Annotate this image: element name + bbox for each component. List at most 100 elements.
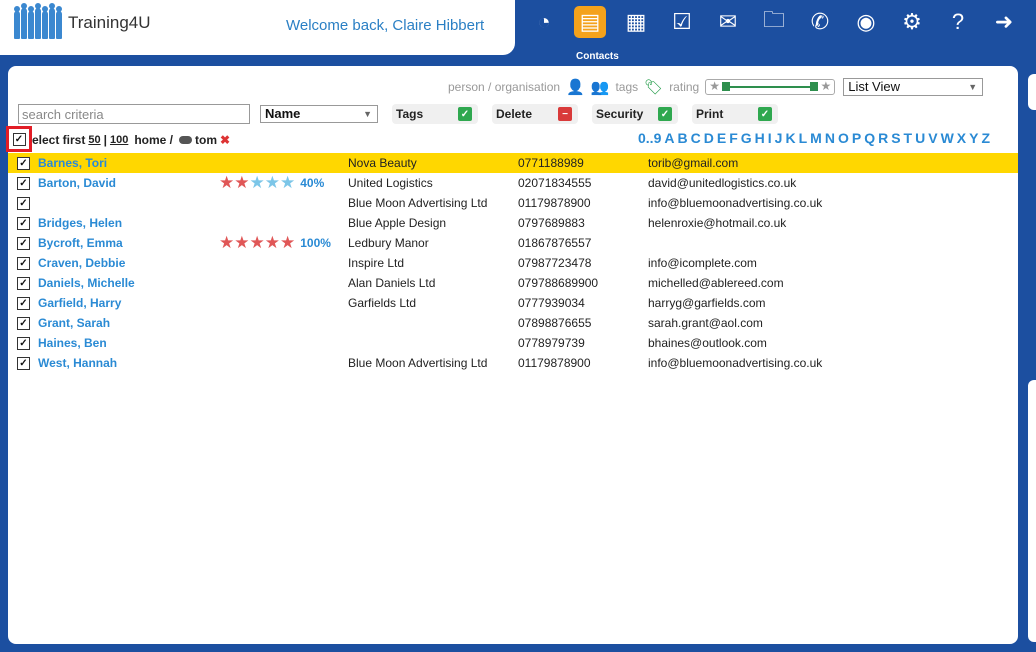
row-checkbox[interactable]: ✓ xyxy=(17,337,30,350)
alphabet-letter[interactable]: A xyxy=(664,130,674,146)
alphabet-letter[interactable]: I xyxy=(768,130,772,146)
logout-icon[interactable]: ➜ xyxy=(988,6,1020,38)
select-first-100-link[interactable]: 100 xyxy=(110,134,128,146)
tasks-icon[interactable]: ☑ xyxy=(666,6,698,38)
rating-max-handle[interactable] xyxy=(810,82,819,91)
contact-name[interactable]: Bycroft, Emma xyxy=(38,236,123,250)
alphabet-letter[interactable]: W xyxy=(941,130,954,146)
alphabet-letter[interactable]: N xyxy=(825,130,835,146)
phone-icon[interactable]: ✆ xyxy=(804,6,836,38)
row-checkbox[interactable]: ✓ xyxy=(17,237,30,250)
contact-name[interactable]: West, Hannah xyxy=(38,356,117,370)
user-icon[interactable]: ◉ xyxy=(850,6,882,38)
side-panel xyxy=(1028,380,1036,642)
contact-name[interactable]: Craven, Debbie xyxy=(38,256,125,270)
tag-filter-icon[interactable]: 🏷 xyxy=(644,78,663,96)
security-button[interactable]: Security ✓ xyxy=(592,104,678,124)
alphabet-letter[interactable]: E xyxy=(717,130,726,146)
row-checkbox[interactable]: ✓ xyxy=(17,157,30,170)
alphabet-letter[interactable]: K xyxy=(785,130,795,146)
dashboard-icon[interactable]: ◔ xyxy=(528,6,560,38)
folder-icon[interactable]: 🗀 xyxy=(758,6,790,38)
contact-email: michelled@ablereed.com xyxy=(648,276,784,290)
settings-icon[interactable]: ⚙ xyxy=(896,6,928,38)
row-checkbox[interactable]: ✓ xyxy=(17,297,30,310)
alphabet-letter[interactable]: Q xyxy=(864,130,875,146)
breadcrumb-tag: tom xyxy=(195,133,217,147)
table-row[interactable]: ✓ Bridges, Helen Blue Apple Design 07976898… xyxy=(8,213,1018,233)
table-row[interactable]: ✓ Barton, David United Logistics 0207183455… xyxy=(8,173,1018,193)
rating-min-handle[interactable] xyxy=(722,82,731,91)
sort-select[interactable]: Name ▼ xyxy=(260,105,378,123)
contact-name[interactable]: Barton, David xyxy=(38,176,116,190)
contact-name[interactable]: Daniels, Michelle xyxy=(38,276,135,290)
tags-button[interactable]: Tags ✓ xyxy=(392,104,478,124)
alphabet-letter[interactable]: Y xyxy=(969,130,978,146)
alphabet-letter[interactable]: L xyxy=(799,130,808,146)
row-checkbox[interactable]: ✓ xyxy=(17,217,30,230)
select-all-checkbox[interactable]: ✓ xyxy=(6,126,32,152)
contact-name[interactable]: Bridges, Helen xyxy=(38,216,122,230)
table-row[interactable]: ✓ Craven, Debbie Inspire Ltd 07987723478 inf… xyxy=(8,253,1018,273)
row-checkbox[interactable]: ✓ xyxy=(17,317,30,330)
mail-icon[interactable]: ✉ xyxy=(712,6,744,38)
logo[interactable]: Training4U xyxy=(14,3,151,39)
alphabet-letter[interactable]: B xyxy=(677,130,687,146)
alphabet-letter[interactable]: M xyxy=(810,130,822,146)
row-checkbox[interactable]: ✓ xyxy=(17,277,30,290)
row-checkbox[interactable]: ✓ xyxy=(17,257,30,270)
row-checkbox[interactable]: ✓ xyxy=(17,357,30,370)
alphabet-letter[interactable]: F xyxy=(729,130,738,146)
alphabet-letter[interactable]: V xyxy=(928,130,937,146)
table-row[interactable]: ✓ Barnes, Tori Nova Beauty 0771188989 torib@… xyxy=(8,153,1018,173)
help-icon[interactable]: ? xyxy=(942,6,974,38)
contact-name[interactable]: Barnes, Tori xyxy=(38,156,107,170)
view-select[interactable]: List View ▼ xyxy=(843,78,984,96)
star-min-icon: ★ xyxy=(709,79,720,93)
alphabet-letter[interactable]: C xyxy=(691,130,701,146)
contact-name[interactable]: Haines, Ben xyxy=(38,336,107,350)
star-icon: ★ xyxy=(264,233,280,252)
nav-active-caption: Contacts xyxy=(576,51,619,62)
star-icon: ★ xyxy=(249,233,265,252)
alphabet-letter[interactable]: R xyxy=(878,130,888,146)
alphabet-letter[interactable]: H xyxy=(755,130,765,146)
selection-row: ✓ elect first 50 | 100 home / tom ✖ 0..9… xyxy=(6,126,1008,152)
rating-range-slider[interactable]: ★ ★ xyxy=(705,79,836,95)
calendar-icon[interactable]: ▦ xyxy=(620,6,652,38)
alphabet-letter[interactable]: D xyxy=(704,130,714,146)
select-first-50-link[interactable]: 50 xyxy=(88,134,100,146)
person-filter-icon[interactable]: 👤 xyxy=(566,78,585,96)
alphabet-letter[interactable]: T xyxy=(904,130,913,146)
table-row[interactable]: ✓ Grant, Sarah 07898876655 sarah.grant@aol.… xyxy=(8,313,1018,333)
alphabet-letter[interactable]: Z xyxy=(981,130,990,146)
breadcrumb-home[interactable]: home / xyxy=(134,133,173,147)
table-row[interactable]: ✓ Garfield, Harry Garfields Ltd 0777939034 h… xyxy=(8,293,1018,313)
alphabet-letter[interactable]: U xyxy=(915,130,925,146)
alphabet-letter[interactable]: P xyxy=(852,130,861,146)
contact-name[interactable]: Grant, Sarah xyxy=(38,316,110,330)
alphabet-letter[interactable]: O xyxy=(838,130,849,146)
table-row[interactable]: ✓ Blue Moon Advertising Ltd 01179878900 inf… xyxy=(8,193,1018,213)
contacts-icon[interactable]: ▤ xyxy=(574,6,606,38)
side-panel-tab[interactable] xyxy=(1028,74,1036,110)
star-icon: ★ xyxy=(234,173,250,192)
print-button[interactable]: Print ✓ xyxy=(692,104,778,124)
table-row[interactable]: ✓ Haines, Ben 0778979739 bhaines@outlook.co… xyxy=(8,333,1018,353)
alphabet-letter[interactable]: S xyxy=(891,130,900,146)
contact-name[interactable]: Garfield, Harry xyxy=(38,296,121,310)
delete-button[interactable]: Delete − xyxy=(492,104,578,124)
remove-tag-icon[interactable]: ✖ xyxy=(220,133,230,147)
table-row[interactable]: ✓ Daniels, Michelle Alan Daniels Ltd 079788… xyxy=(8,273,1018,293)
table-row[interactable]: ✓ Bycroft, Emma Ledbury Manor 01867876557 ★ ★… xyxy=(8,233,1018,253)
check-icon: ✓ xyxy=(758,107,772,121)
alphabet-letter[interactable]: X xyxy=(957,130,966,146)
row-checkbox[interactable]: ✓ xyxy=(17,177,30,190)
alphabet-letter[interactable]: J xyxy=(775,130,783,146)
table-row[interactable]: ✓ West, Hannah Blue Moon Advertising Ltd 01… xyxy=(8,353,1018,373)
organisation-filter-icon[interactable]: 👥 xyxy=(591,78,610,96)
alphabet-letter[interactable]: 0..9 xyxy=(638,130,661,146)
alphabet-letter[interactable]: G xyxy=(741,130,752,146)
row-checkbox[interactable]: ✓ xyxy=(17,197,30,210)
search-input[interactable] xyxy=(18,104,250,124)
